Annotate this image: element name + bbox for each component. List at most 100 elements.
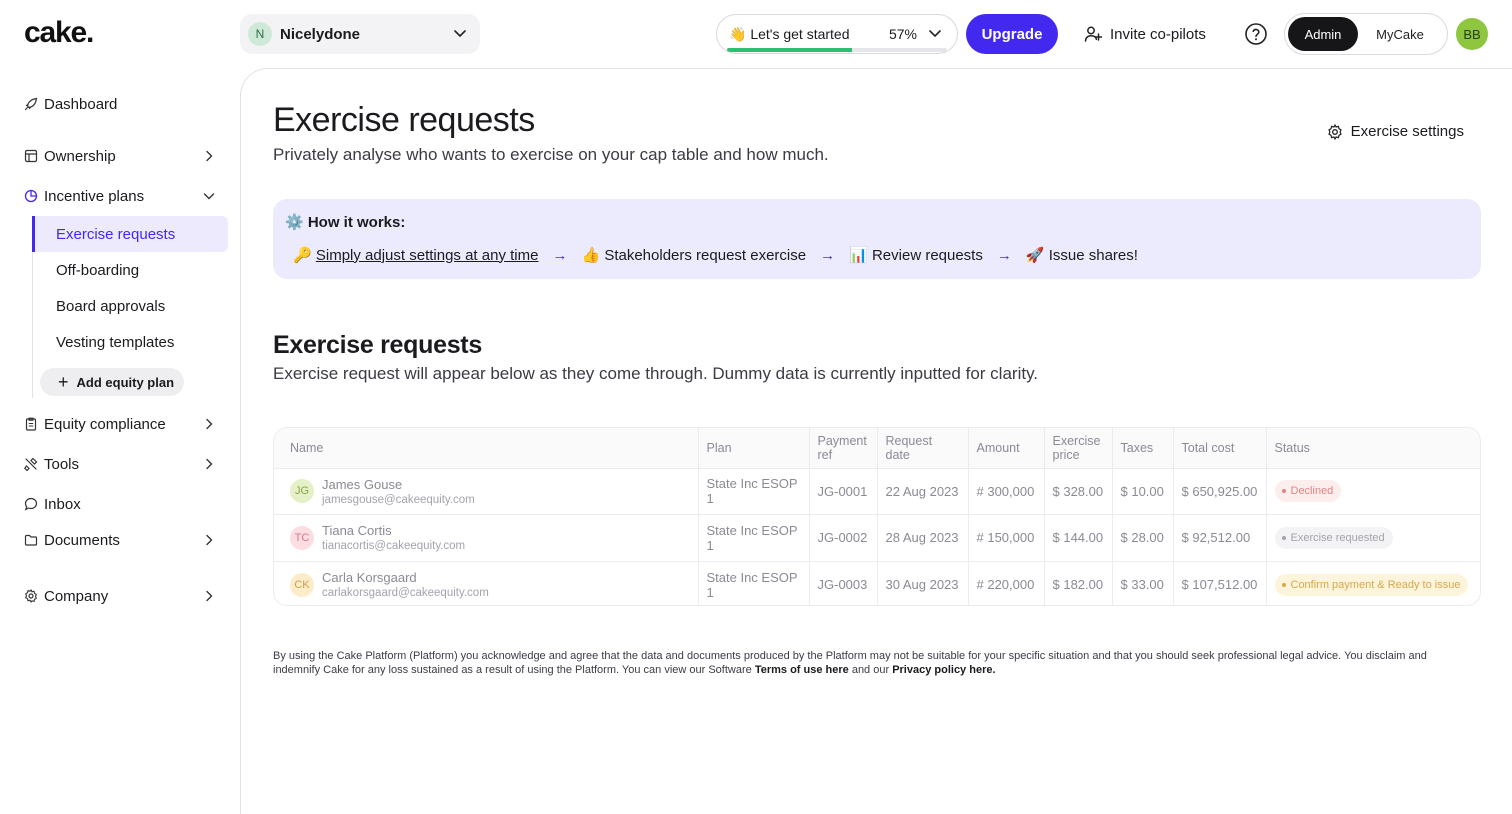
sidebar-item-exercise-requests[interactable]: Exercise requests: [32, 216, 228, 252]
total-cost-cell: $ 107,512.00: [1173, 561, 1267, 605]
stakeholder-email: carlakorsgaard@cakeequity.com: [322, 587, 489, 599]
chevron-right-icon: [202, 457, 216, 471]
company-name: Nicelydone: [280, 25, 361, 43]
column-header-taxes[interactable]: Taxes: [1112, 428, 1174, 469]
sidebar-item-label: Documents: [44, 531, 120, 549]
sidebar-item-board-approvals[interactable]: Board approvals: [32, 288, 228, 324]
table-row[interactable]: JG James Gouse jamesgouse@cakeequity.com…: [274, 468, 1480, 515]
chevron-down-icon: [452, 26, 468, 42]
sidebar-item-inbox[interactable]: Inbox: [24, 492, 220, 516]
bar-chart-icon: 📊: [849, 247, 868, 264]
arrow-right-icon: →: [552, 246, 568, 264]
step-label: Issue shares!: [1048, 246, 1138, 264]
column-header-total-cost[interactable]: Total cost: [1173, 428, 1267, 469]
sidebar-item-dashboard[interactable]: Dashboard: [24, 92, 220, 116]
column-header-name[interactable]: Name: [274, 428, 699, 469]
role-admin-button[interactable]: Admin: [1288, 17, 1358, 51]
invite-co-pilots-button[interactable]: Invite co-pilots: [1084, 14, 1206, 54]
status-cell: Declined: [1266, 468, 1480, 515]
taxes-cell: $ 10.00: [1112, 468, 1174, 515]
sidebar-item-off-boarding[interactable]: Off-boarding: [32, 252, 228, 288]
column-header-request-date[interactable]: Request date: [877, 428, 969, 469]
add-equity-plan-button[interactable]: + Add equity plan: [40, 368, 184, 396]
exercise-settings-button[interactable]: Exercise settings: [1327, 123, 1464, 140]
chevron-right-icon: [202, 589, 216, 603]
column-header-payment-ref[interactable]: Payment ref: [809, 428, 878, 469]
upgrade-button[interactable]: Upgrade: [966, 14, 1058, 54]
exercise-price-cell: $ 182.00: [1044, 561, 1113, 605]
payment-ref-cell: JG-0003: [809, 561, 878, 605]
exercise-requests-table: Name Plan Payment ref Request date Amoun…: [273, 427, 1481, 606]
status-cell: Exercise requested: [1266, 514, 1480, 562]
column-header-status[interactable]: Status: [1266, 428, 1480, 469]
stakeholder-name: James Gouse: [322, 476, 403, 492]
table-icon: [24, 149, 38, 163]
sidebar-item-tools[interactable]: Tools: [24, 452, 220, 476]
company-avatar: N: [248, 22, 272, 46]
requests-section-subtitle: Exercise request will appear below as th…: [273, 364, 1039, 383]
avatar: TC: [290, 525, 314, 550]
adjust-settings-link[interactable]: Simply adjust settings at any time: [316, 247, 539, 264]
onboarding-label: 👋 Let's get started: [729, 25, 850, 42]
column-header-plan[interactable]: Plan: [698, 428, 810, 469]
terms-of-use-link[interactable]: Terms of use here: [755, 664, 849, 676]
main-content: Exercise requests Privately analyse who …: [240, 68, 1512, 814]
amount-cell: # 300,000: [968, 468, 1045, 515]
name-cell: TC Tiana Cortis tianacortis@cakeequity.c…: [274, 514, 699, 562]
chat-bubble-icon: [24, 497, 38, 511]
role-switch: Admin MyCake: [1284, 13, 1448, 55]
plan-cell: State Inc ESOP 1: [698, 468, 810, 515]
column-header-exercise-price[interactable]: Exercise price: [1044, 428, 1113, 469]
request-date-cell: 30 Aug 2023: [877, 561, 969, 605]
sidebar-item-incentive-plans[interactable]: Incentive plans: [24, 184, 220, 208]
avatar: CK: [290, 572, 314, 597]
help-circle-icon[interactable]: [1244, 22, 1268, 46]
step-review-requests: 📊 Review requests: [849, 246, 983, 265]
onboarding-progress[interactable]: 👋 Let's get started 57%: [716, 14, 958, 54]
privacy-policy-link[interactable]: Privacy policy here.: [892, 664, 995, 676]
company-selector[interactable]: N Nicelydone: [240, 14, 480, 54]
stakeholder-name: Carla Korsgaard: [322, 570, 417, 585]
onboarding-percent: 57%: [888, 26, 917, 42]
stakeholder-name: Tiana Cortis: [322, 523, 392, 539]
chevron-right-icon: [202, 533, 216, 547]
sidebar-item-vesting-templates[interactable]: Vesting templates: [32, 324, 228, 360]
onboarding-progress-fill: [727, 48, 853, 52]
column-header-amount[interactable]: Amount: [968, 428, 1045, 469]
rocket-icon: [24, 97, 38, 111]
page-subtitle: Privately analyse who wants to exercise …: [273, 145, 829, 164]
how-it-works-panel: ⚙️ How it works: 🔑 Simply adjust setting…: [273, 199, 1481, 279]
cake-logo[interactable]: cake.: [24, 16, 94, 50]
gear-icon: [1327, 123, 1342, 140]
step-label: Stakeholders request exercise: [604, 246, 807, 264]
sidebar-item-documents[interactable]: Documents: [24, 528, 220, 552]
exercise-price-cell: $ 328.00: [1044, 468, 1113, 515]
status-cell: Confirm payment & Ready to issue: [1266, 561, 1480, 605]
request-date-cell: 22 Aug 2023: [877, 468, 969, 515]
request-date-cell: 28 Aug 2023: [877, 514, 969, 562]
step-label: Review requests: [871, 246, 983, 264]
step-adjust-settings: 🔑 Simply adjust settings at any time: [293, 246, 539, 265]
sidebar-item-ownership[interactable]: Ownership: [24, 144, 220, 168]
how-it-works-title: ⚙️ How it works:: [285, 214, 406, 231]
table-row[interactable]: TC Tiana Cortis tianacortis@cakeequity.c…: [274, 514, 1480, 562]
sidebar-item-label: Inbox: [44, 495, 81, 513]
arrow-right-icon: →: [820, 246, 836, 264]
role-mycake-button[interactable]: MyCake: [1358, 17, 1442, 51]
gear-icon: [24, 589, 38, 603]
sidebar-item-equity-compliance[interactable]: Equity compliance: [24, 412, 220, 436]
key-icon: 🔑: [293, 247, 312, 264]
thumbs-up-icon: 👍: [581, 247, 601, 264]
pie-chart-icon: [24, 189, 38, 203]
table-row[interactable]: CK Carla Korsgaard carlakorsgaard@cakeeq…: [274, 561, 1480, 605]
requests-section-title: Exercise requests: [273, 331, 482, 359]
sidebar-item-company[interactable]: Company: [24, 584, 220, 608]
disclaimer-middle: and our: [848, 663, 893, 676]
plus-icon: +: [58, 372, 69, 392]
sidebar-item-label: Equity compliance: [44, 415, 166, 433]
taxes-cell: $ 33.00: [1112, 561, 1174, 605]
user-avatar[interactable]: BB: [1456, 18, 1488, 50]
avatar: JG: [290, 479, 314, 504]
name-cell: JG James Gouse jamesgouse@cakeequity.com: [274, 468, 699, 515]
invite-label: Invite co-pilots: [1110, 25, 1206, 43]
